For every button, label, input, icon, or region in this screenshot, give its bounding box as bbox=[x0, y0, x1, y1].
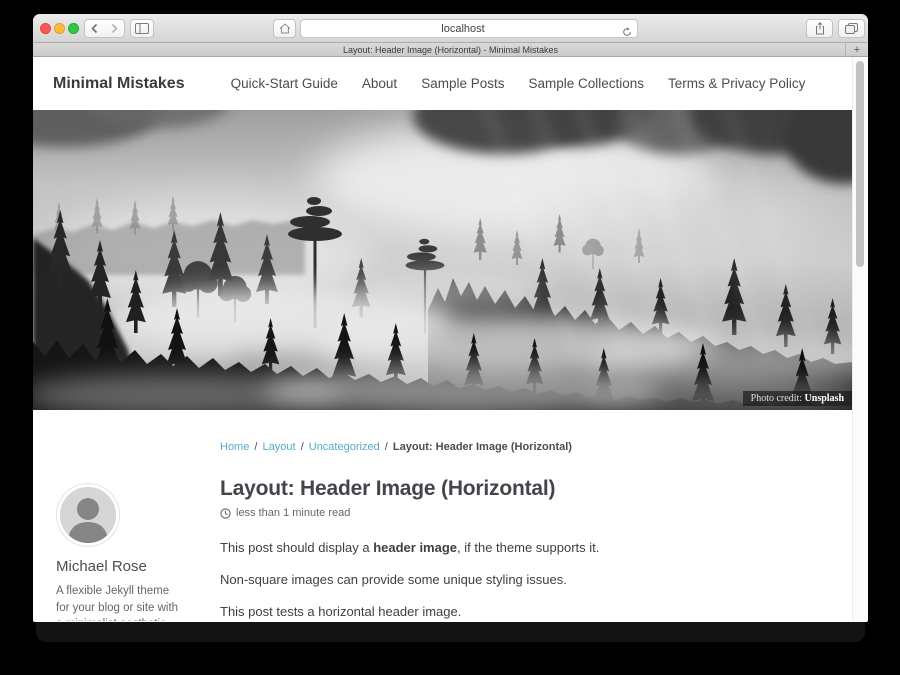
hero-image: Photo credit: Unsplash bbox=[33, 110, 852, 410]
breadcrumb-separator: / bbox=[385, 441, 388, 453]
site-masthead: Minimal Mistakes Quick-Start Guide About… bbox=[33, 57, 852, 110]
article-main: Layout: Header Image (Horizontal) less t… bbox=[220, 477, 820, 621]
home-icon bbox=[279, 23, 291, 34]
share-button[interactable] bbox=[806, 19, 833, 38]
paragraph-2: Non-square images can provide some uniqu… bbox=[220, 571, 820, 589]
photo-credit-label: Photo credit: bbox=[751, 393, 805, 404]
read-time: less than 1 minute read bbox=[236, 507, 350, 519]
reload-icon bbox=[622, 27, 632, 37]
tab-overview-button[interactable] bbox=[838, 19, 865, 38]
breadcrumb-current: Layout: Header Image (Horizontal) bbox=[393, 441, 572, 453]
back-button[interactable] bbox=[85, 20, 105, 37]
chevron-right-icon bbox=[110, 23, 119, 34]
site-title-link[interactable]: Minimal Mistakes bbox=[53, 75, 185, 93]
screenshot-stage: Layout: Header Image (Horizontal) - Mini… bbox=[0, 0, 900, 675]
nav-about[interactable]: About bbox=[362, 76, 397, 91]
breadcrumb-separator: / bbox=[254, 441, 257, 453]
new-tab-button[interactable]: + bbox=[845, 43, 868, 56]
share-icon bbox=[814, 22, 826, 35]
minimize-window-button[interactable] bbox=[54, 23, 65, 34]
scrollbar-track[interactable] bbox=[852, 57, 868, 621]
page-meta: less than 1 minute read bbox=[220, 507, 820, 519]
breadcrumb-home[interactable]: Home bbox=[220, 441, 249, 453]
paragraph-1-text: , if the theme supports it. bbox=[457, 540, 599, 555]
foggy-forest-illustration bbox=[33, 110, 852, 410]
paragraph-1: This post should display a header image,… bbox=[220, 539, 820, 557]
home-button[interactable] bbox=[273, 19, 296, 38]
scrollbar-thumb[interactable] bbox=[856, 61, 864, 267]
avatar bbox=[57, 484, 119, 546]
sidebar-toggle-button[interactable] bbox=[130, 19, 154, 38]
tab-bar: Layout: Header Image (Horizontal) - Mini… bbox=[33, 43, 868, 57]
address-bar bbox=[300, 19, 638, 38]
browser-toolbar bbox=[33, 14, 868, 43]
paragraph-1-bold: header image bbox=[373, 540, 457, 555]
breadcrumb-uncategorized[interactable]: Uncategorized bbox=[309, 441, 380, 453]
close-window-button[interactable] bbox=[40, 23, 51, 34]
history-nav-group bbox=[84, 19, 125, 38]
photo-credit: Photo credit: Unsplash bbox=[743, 391, 852, 406]
page-content: Minimal Mistakes Quick-Start Guide About… bbox=[33, 57, 852, 621]
paragraph-3: This post tests a horizontal header imag… bbox=[220, 603, 820, 621]
site-nav: Quick-Start Guide About Sample Posts Sam… bbox=[231, 76, 806, 91]
tabs-icon bbox=[845, 23, 858, 34]
photo-credit-link[interactable]: Unsplash bbox=[805, 393, 844, 404]
browser-window: Layout: Header Image (Horizontal) - Mini… bbox=[33, 14, 868, 622]
page-title: Layout: Header Image (Horizontal) bbox=[220, 477, 820, 501]
article-section: Home / Layout / Uncategorized / Layout: … bbox=[33, 410, 852, 621]
breadcrumb-separator: / bbox=[301, 441, 304, 453]
author-name: Michael Rose bbox=[56, 558, 220, 575]
clock-icon bbox=[220, 508, 231, 519]
chevron-left-icon bbox=[90, 23, 99, 34]
nav-sample-posts[interactable]: Sample Posts bbox=[421, 76, 504, 91]
author-sidebar: Michael Rose A flexible Jekyll theme for… bbox=[53, 477, 220, 621]
url-input[interactable] bbox=[301, 20, 637, 37]
reload-button[interactable] bbox=[622, 24, 632, 42]
person-silhouette-icon bbox=[60, 487, 116, 543]
author-bio: A flexible Jekyll theme for your blog or… bbox=[56, 583, 184, 621]
breadcrumb-layout[interactable]: Layout bbox=[263, 441, 296, 453]
nav-sample-collections[interactable]: Sample Collections bbox=[528, 76, 644, 91]
zoom-window-button[interactable] bbox=[68, 23, 79, 34]
sidebar-icon bbox=[135, 23, 149, 34]
nav-quick-start-guide[interactable]: Quick-Start Guide bbox=[231, 76, 338, 91]
active-tab[interactable]: Layout: Header Image (Horizontal) - Mini… bbox=[343, 45, 558, 55]
nav-terms-privacy[interactable]: Terms & Privacy Policy bbox=[668, 76, 805, 91]
paragraph-1-text: This post should display a bbox=[220, 540, 373, 555]
breadcrumb: Home / Layout / Uncategorized / Layout: … bbox=[220, 441, 832, 453]
page-viewport: Minimal Mistakes Quick-Start Guide About… bbox=[33, 57, 868, 621]
forward-button[interactable] bbox=[105, 20, 125, 37]
